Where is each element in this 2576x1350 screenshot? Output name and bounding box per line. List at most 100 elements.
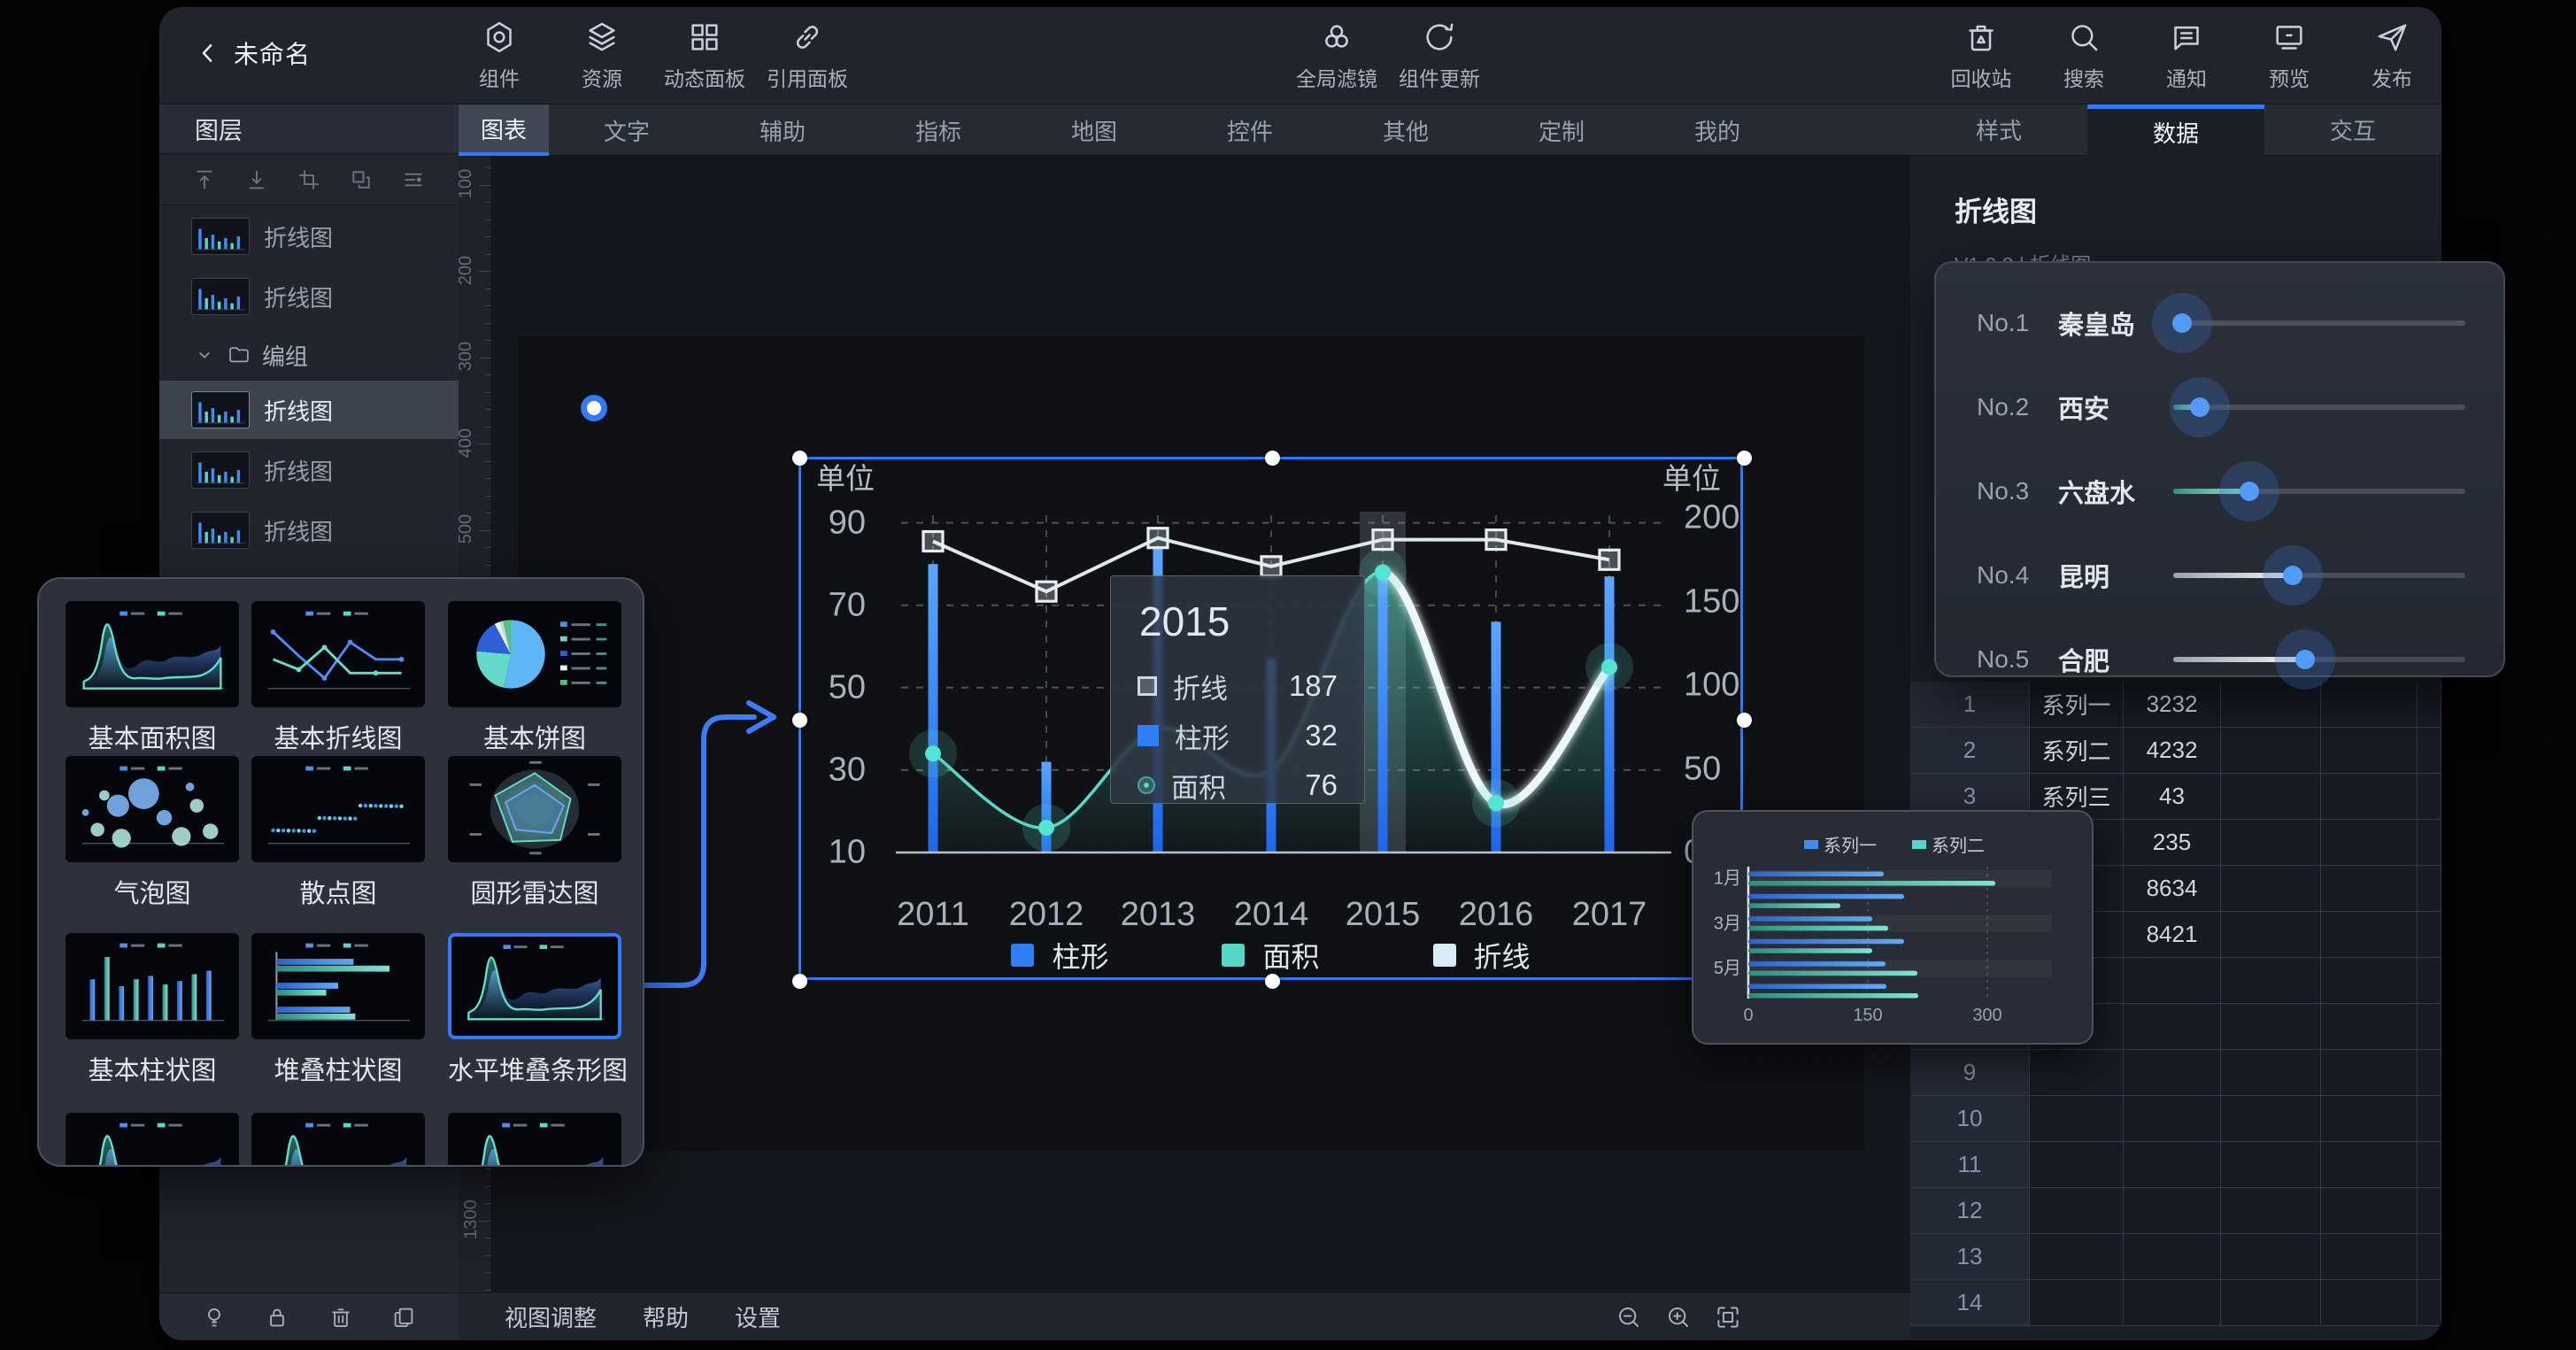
table-cell[interactable] <box>2321 820 2418 866</box>
table-row-number[interactable]: 2 <box>1910 728 2030 774</box>
table-cell[interactable] <box>2221 958 2321 1004</box>
category-tab-文字[interactable]: 文字 <box>549 104 705 156</box>
rank-slider[interactable] <box>2173 657 2465 662</box>
bottom-menu-设置[interactable]: 设置 <box>735 1300 781 1333</box>
layer-item[interactable]: 折线图 <box>159 207 459 266</box>
gallery-item-partial[interactable] <box>448 1113 621 1167</box>
table-cell[interactable] <box>2221 1004 2321 1050</box>
table-cell-value[interactable]: 8421 <box>2124 912 2221 958</box>
selection-handle[interactable] <box>792 974 807 989</box>
layer-item-selected[interactable]: 折线图 <box>159 381 459 439</box>
table-cell-series[interactable] <box>2030 1280 2124 1326</box>
gallery-item-圆形雷达图[interactable]: 圆形雷达图 <box>448 756 621 910</box>
gallery-item-气泡图[interactable]: 气泡图 <box>66 756 239 910</box>
table-cell-value[interactable] <box>2124 1050 2221 1096</box>
selection-handle[interactable] <box>792 451 807 466</box>
table-cell[interactable] <box>2321 958 2418 1004</box>
table-cell[interactable] <box>2418 912 2441 958</box>
category-tab-定制[interactable]: 定制 <box>1484 104 1639 156</box>
rank-slider[interactable] <box>2173 489 2465 494</box>
back-button[interactable]: 未命名 <box>195 35 311 71</box>
gallery-item-partial[interactable] <box>251 1113 425 1167</box>
table-cell-series[interactable] <box>2030 1234 2124 1280</box>
table-cell[interactable] <box>2221 1142 2321 1188</box>
bring-front-icon[interactable] <box>191 166 218 193</box>
table-row-number[interactable]: 1 <box>1910 682 2030 728</box>
table-cell[interactable] <box>2418 1142 2441 1188</box>
table-cell[interactable] <box>2418 728 2441 774</box>
table-cell-series[interactable] <box>2030 1142 2124 1188</box>
legend-item[interactable]: 面积 <box>1222 935 1319 976</box>
slider-thumb[interactable] <box>2172 313 2192 333</box>
table-cell[interactable] <box>2321 1050 2418 1096</box>
component-update-tool[interactable]: 组件更新 <box>1388 19 1491 92</box>
table-cell[interactable] <box>2321 1142 2418 1188</box>
table-cell[interactable] <box>2221 1188 2321 1234</box>
table-cell[interactable] <box>2221 866 2321 912</box>
table-row-number[interactable]: 13 <box>1910 1234 2030 1280</box>
table-cell[interactable] <box>2221 774 2321 820</box>
inspector-tab-数据[interactable]: 数据 <box>2087 104 2264 156</box>
table-cell[interactable] <box>2418 774 2441 820</box>
table-cell[interactable] <box>2221 1234 2321 1280</box>
layer-item[interactable]: 折线图 <box>159 267 459 326</box>
category-tab-其他[interactable]: 其他 <box>1328 104 1484 156</box>
table-cell-value[interactable] <box>2124 1234 2221 1280</box>
dynamic-panel-tool[interactable]: 动态面板 <box>653 19 756 92</box>
gallery-item-基本饼图[interactable]: 基本饼图 <box>448 601 621 755</box>
layer-item[interactable]: 折线图 <box>159 441 459 499</box>
category-tab-指标[interactable]: 指标 <box>860 104 1016 156</box>
duplicate-icon[interactable] <box>390 1304 417 1331</box>
table-row-number[interactable]: 11 <box>1910 1142 2030 1188</box>
table-cell-value[interactable] <box>2124 1142 2221 1188</box>
category-tab-图表[interactable]: 图表 <box>459 104 549 156</box>
rank-slider[interactable] <box>2173 573 2465 578</box>
group-icon[interactable] <box>296 166 322 193</box>
fit-screen-icon[interactable] <box>1714 1303 1742 1331</box>
global-filter-tool[interactable]: 全局滤镜 <box>1285 19 1388 92</box>
table-cell[interactable] <box>2418 1234 2441 1280</box>
rank-slider[interactable] <box>2173 405 2465 410</box>
table-cell-value[interactable] <box>2124 1096 2221 1142</box>
table-cell[interactable] <box>2321 1188 2418 1234</box>
zoom-out-icon[interactable] <box>1615 1303 1643 1331</box>
bottom-menu-视图调整[interactable]: 视图调整 <box>505 1300 597 1333</box>
gallery-item-基本折线图[interactable]: 基本折线图 <box>251 601 425 755</box>
layer-item[interactable]: 折线图 <box>159 501 459 559</box>
table-cell[interactable] <box>2221 1280 2321 1326</box>
category-tab-我的[interactable]: 我的 <box>1639 104 1795 156</box>
bottom-menu-帮助[interactable]: 帮助 <box>643 1300 689 1333</box>
table-cell[interactable] <box>2321 682 2418 728</box>
table-cell-series[interactable] <box>2030 1188 2124 1234</box>
table-cell[interactable] <box>2221 728 2321 774</box>
table-cell[interactable] <box>2221 1096 2321 1142</box>
selection-handle[interactable] <box>792 713 807 728</box>
gallery-item-水平堆叠条形图[interactable]: 水平堆叠条形图 <box>448 933 621 1087</box>
table-cell[interactable] <box>2418 1004 2441 1050</box>
table-cell-value[interactable]: 4232 <box>2124 728 2221 774</box>
resource-tool[interactable]: 资源 <box>551 19 653 92</box>
gallery-item-partial[interactable] <box>66 1113 239 1167</box>
gallery-item-基本面积图[interactable]: 基本面积图 <box>66 601 239 755</box>
category-tab-辅助[interactable]: 辅助 <box>705 104 860 156</box>
table-cell[interactable] <box>2418 682 2441 728</box>
gallery-item-堆叠柱状图[interactable]: 堆叠柱状图 <box>251 933 425 1087</box>
table-cell-value[interactable]: 8634 <box>2124 866 2221 912</box>
table-cell[interactable] <box>2221 820 2321 866</box>
table-cell[interactable] <box>2221 912 2321 958</box>
trash-icon[interactable] <box>328 1304 354 1331</box>
category-tab-地图[interactable]: 地图 <box>1016 104 1172 156</box>
table-cell-value[interactable]: 43 <box>2124 774 2221 820</box>
table-row-number[interactable]: 10 <box>1910 1096 2030 1142</box>
slider-thumb[interactable] <box>2283 566 2302 585</box>
table-cell[interactable] <box>2221 1050 2321 1096</box>
table-cell[interactable] <box>2321 728 2418 774</box>
selection-handle[interactable] <box>1737 451 1752 466</box>
lock-icon[interactable] <box>264 1304 290 1331</box>
inspector-tab-交互[interactable]: 交互 <box>2264 104 2441 156</box>
selection-handle[interactable] <box>1737 713 1752 728</box>
table-cell[interactable] <box>2321 774 2418 820</box>
gallery-connector-dot[interactable] <box>581 395 607 421</box>
table-cell[interactable] <box>2418 1188 2441 1234</box>
table-cell-value[interactable] <box>2124 1188 2221 1234</box>
